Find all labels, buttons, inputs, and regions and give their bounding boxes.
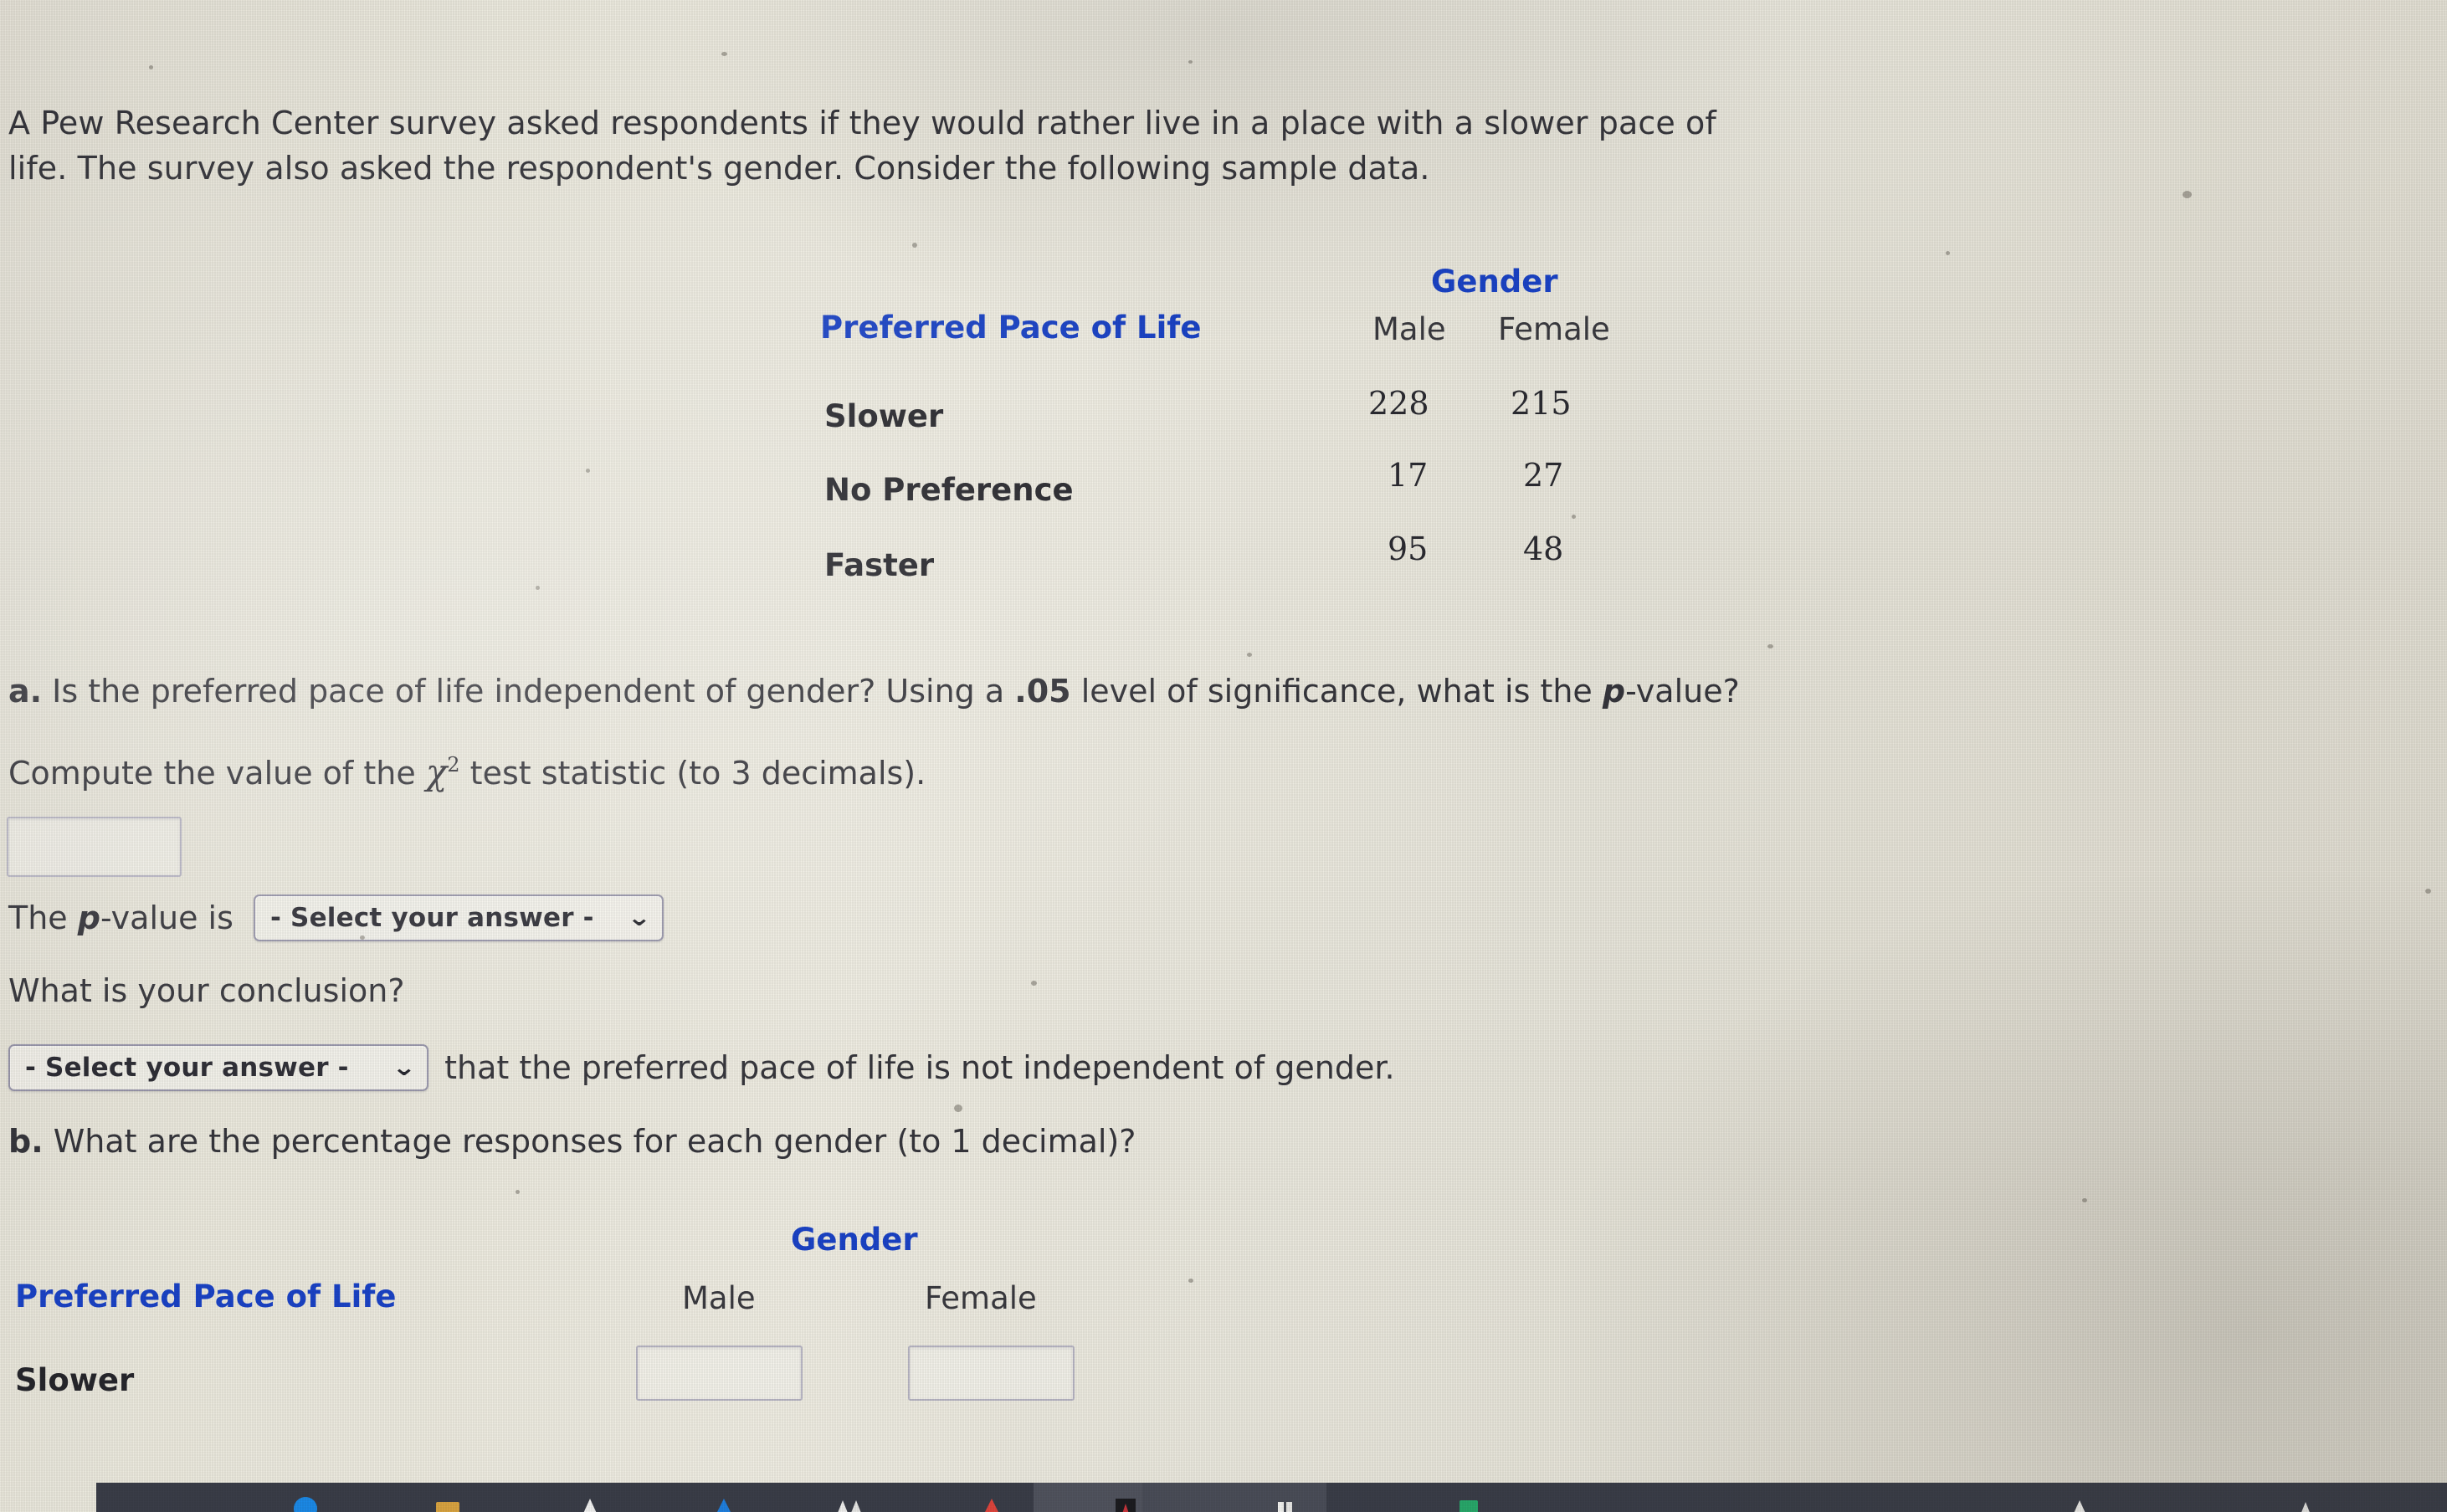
p-value-label-prefix: The [8,900,68,936]
dust-speck [536,586,540,590]
browser-icon[interactable] [289,1492,322,1512]
dust-speck [1767,644,1773,648]
conclusion-select-label: - Select your answer - [25,1053,349,1083]
app-icon[interactable] [2289,1492,2322,1512]
table-a-slower-male: 228 [1368,385,1429,422]
intro-paragraph: A Pew Research Center survey asked respo… [8,100,2410,191]
screen-photo: A Pew Research Center survey asked respo… [0,0,2447,1512]
dust-speck [1946,251,1950,255]
table-a-column-male: Male [1372,311,1446,347]
dust-speck [2425,889,2431,894]
conclusion-select[interactable]: - Select your answer - ⌄ [8,1044,428,1091]
dust-speck [1031,981,1037,986]
table-a-faster-male: 95 [1388,530,1429,567]
dust-speck [2082,1198,2087,1202]
table-a-no-preference-female: 27 [1523,457,1564,494]
table-a-row-header: Preferred Pace of Life [820,310,1202,346]
table-a-group-header: Gender [1431,264,1558,300]
dust-speck [1188,60,1193,64]
media-icon[interactable] [975,1492,1008,1512]
table-row: No Preference 17 27 [820,450,1824,525]
percentage-table: Gender Preferred Pace of Life Male Femal… [8,1222,1347,1438]
p-value-select[interactable]: - Select your answer - ⌄ [254,894,664,941]
dust-speck [516,1190,520,1194]
table-row: Slower [8,1345,1347,1438]
part-a-marker: a. [8,673,43,710]
table-b-slower-female-input[interactable] [908,1345,1075,1401]
table-b-column-male: Male [682,1280,756,1316]
part-a-question-text-1: Is the preferred pace of life independen… [52,673,1005,710]
folder-icon[interactable] [431,1492,464,1512]
part-a-question: a. Is the preferred pace of life indepen… [8,669,2017,713]
dust-speck [805,1237,809,1241]
conclusion-tail-text: that the preferred pace of life is not i… [444,1049,1395,1086]
compute-statistic-instruction: Compute the value of the χ2 test statist… [8,743,1682,795]
part-b-marker: b. [8,1123,44,1160]
p-value-row: The p-value is - Select your answer - ⌄ [8,894,664,942]
table-b-slower-male-input[interactable] [636,1345,803,1401]
table-a-row-label-no-preference: No Preference [824,472,1074,508]
document-icon[interactable] [1268,1492,1301,1512]
dust-speck [954,1105,962,1112]
app-icon[interactable] [2063,1492,2096,1512]
compute-prefix: Compute the value of the [8,755,416,792]
table-a-faster-female: 48 [1523,530,1564,567]
chi-square-answer-input[interactable] [7,817,182,877]
part-b-question: b. What are the percentage responses for… [8,1120,1136,1163]
chevron-down-icon: ⌄ [391,1053,416,1081]
p-symbol: p [77,900,100,936]
conclusion-prompt: What is your conclusion? [8,972,405,1009]
drive-icon[interactable] [833,1492,866,1512]
video-app-icon[interactable] [1109,1492,1142,1512]
taskbar[interactable] [96,1483,2447,1512]
p-value-label-suffix: -value is [100,900,233,936]
dust-speck [2183,191,2192,198]
chi-square-symbol: χ2 [425,751,460,792]
table-a-row-label-slower: Slower [824,398,944,434]
table-a-row-label-faster: Faster [824,547,935,583]
table-a-slower-female: 215 [1511,385,1572,422]
chevron-down-icon: ⌄ [626,904,651,931]
table-b-row-header: Preferred Pace of Life [15,1279,397,1315]
p-symbol: p [1602,673,1626,710]
dust-speck [912,243,917,248]
table-a-no-preference-male: 17 [1388,457,1429,494]
table-row: Slower 228 215 [820,375,1824,450]
dust-speck [1247,653,1252,657]
dust-speck [1572,515,1576,519]
edge-browser-icon[interactable] [707,1492,741,1512]
conclusion-row: - Select your answer - ⌄ that the prefer… [8,1044,1395,1091]
app-icon[interactable] [573,1492,607,1512]
p-value-select-label: - Select your answer - [270,903,594,933]
table-b-column-female: Female [925,1280,1037,1316]
part-a-significance-level: .05 [1014,673,1071,710]
table-b-row-label-slower: Slower [15,1362,135,1398]
intro-line-2: life. The survey also asked the responde… [8,150,1430,187]
table-a-column-female: Female [1498,311,1610,347]
part-a-question-text-3: -value? [1625,673,1740,710]
dust-speck [1188,1279,1193,1283]
sample-data-table: Gender Preferred Pace of Life Male Femal… [820,264,1824,601]
dust-speck [360,935,365,940]
spreadsheet-icon[interactable] [1452,1492,1485,1512]
table-b-group-header: Gender [791,1222,918,1258]
intro-line-1: A Pew Research Center survey asked respo… [8,105,1716,141]
dust-speck [149,65,153,69]
dust-speck [721,52,727,56]
compute-suffix: test statistic (to 3 decimals). [469,755,926,792]
dust-speck [586,469,590,473]
part-a-question-text-2: level of significance, what is the [1080,673,1593,710]
part-b-question-text: What are the percentage responses for ea… [53,1123,1136,1160]
table-row: Faster 95 48 [820,525,1824,601]
